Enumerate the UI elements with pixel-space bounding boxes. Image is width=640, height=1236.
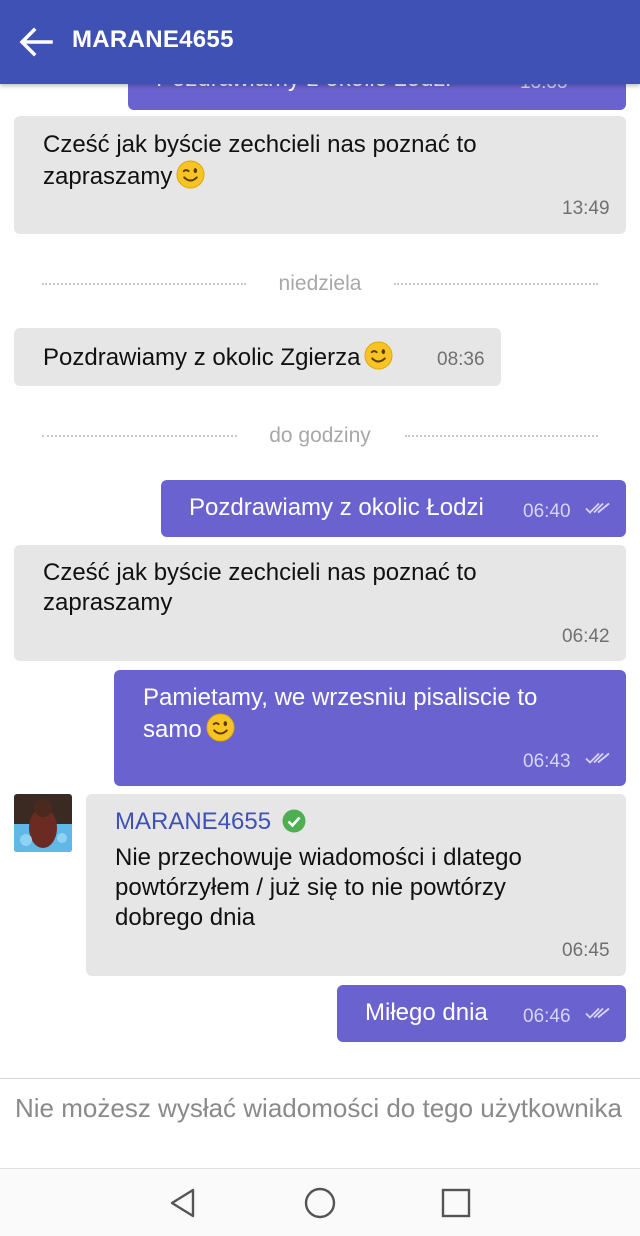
square-recents-icon[interactable]	[439, 1186, 473, 1220]
message-time: 06:42	[562, 626, 610, 647]
message-text: Pozdrawiamy z okolic Zgierza	[43, 344, 361, 371]
message-text: Pamietamy, we wrzesniu pisaliscie to sam…	[143, 684, 538, 743]
message-list[interactable]: Pozdrawiamy z okolic Łodzi 13:33 Cześć j…	[0, 0, 640, 1078]
cannot-send-notice: Nie możesz wysłać wiadomości do tego uży…	[15, 1093, 622, 1123]
message-time: 13:49	[562, 198, 610, 219]
system-navigation-bar	[0, 1168, 640, 1236]
message-time: 06:43	[523, 751, 571, 772]
date-separator-label: niedziela	[256, 272, 384, 295]
message-time: 06:46	[523, 1006, 571, 1027]
date-separator: do godziny	[42, 421, 598, 451]
message-outgoing[interactable]: Pamietamy, we wrzesniu pisaliscie to sam…	[114, 670, 626, 786]
message-time: 06:45	[562, 940, 610, 961]
sender-name[interactable]: MARANE4655	[115, 808, 271, 835]
verified-check-icon	[282, 809, 306, 833]
message-text: Pozdrawiamy z okolic Łodzi	[189, 494, 484, 521]
composer-disabled: Nie możesz wysłać wiadomości do tego uży…	[0, 1078, 640, 1168]
message-time: 06:40	[523, 501, 571, 522]
message-text: Miłego dnia	[365, 999, 488, 1026]
message-text: Nie przechowuje wiadomości i dlatego pow…	[115, 844, 522, 931]
arrow-left-icon[interactable]	[18, 26, 54, 58]
message-incoming[interactable]: Pozdrawiamy z okolic Zgierza 08:36	[14, 328, 501, 386]
double-check-icon	[585, 501, 611, 515]
message-incoming[interactable]: Cześć jak byście zechcieli nas poznać to…	[14, 545, 626, 661]
message-outgoing[interactable]: Miłego dnia 06:46	[337, 985, 626, 1042]
avatar[interactable]	[14, 794, 72, 852]
winking-face-emoji	[206, 713, 235, 742]
message-text: Cześć jak byście zechcieli nas poznać to…	[43, 559, 477, 616]
message-text: Cześć jak byście zechcieli nas poznać to…	[43, 131, 477, 190]
winking-face-emoji	[364, 341, 393, 370]
winking-face-emoji	[176, 160, 205, 189]
circle-home-icon[interactable]	[303, 1186, 337, 1220]
date-separator-label: do godziny	[247, 424, 393, 447]
triangle-back-icon[interactable]	[166, 1186, 200, 1220]
message-incoming[interactable]: MARANE4655 Nie przechowuje wiadomości i …	[86, 794, 626, 976]
message-time: 08:36	[437, 349, 485, 370]
conversation-title: MARANE4655	[72, 26, 234, 53]
app-bar: MARANE4655	[0, 0, 640, 84]
date-separator: niedziela	[42, 269, 598, 299]
message-incoming[interactable]: Cześć jak byście zechcieli nas poznać to…	[14, 116, 626, 234]
double-check-icon	[585, 1006, 611, 1020]
message-outgoing[interactable]: Pozdrawiamy z okolic Łodzi 06:40	[161, 480, 626, 537]
double-check-icon	[585, 751, 611, 765]
